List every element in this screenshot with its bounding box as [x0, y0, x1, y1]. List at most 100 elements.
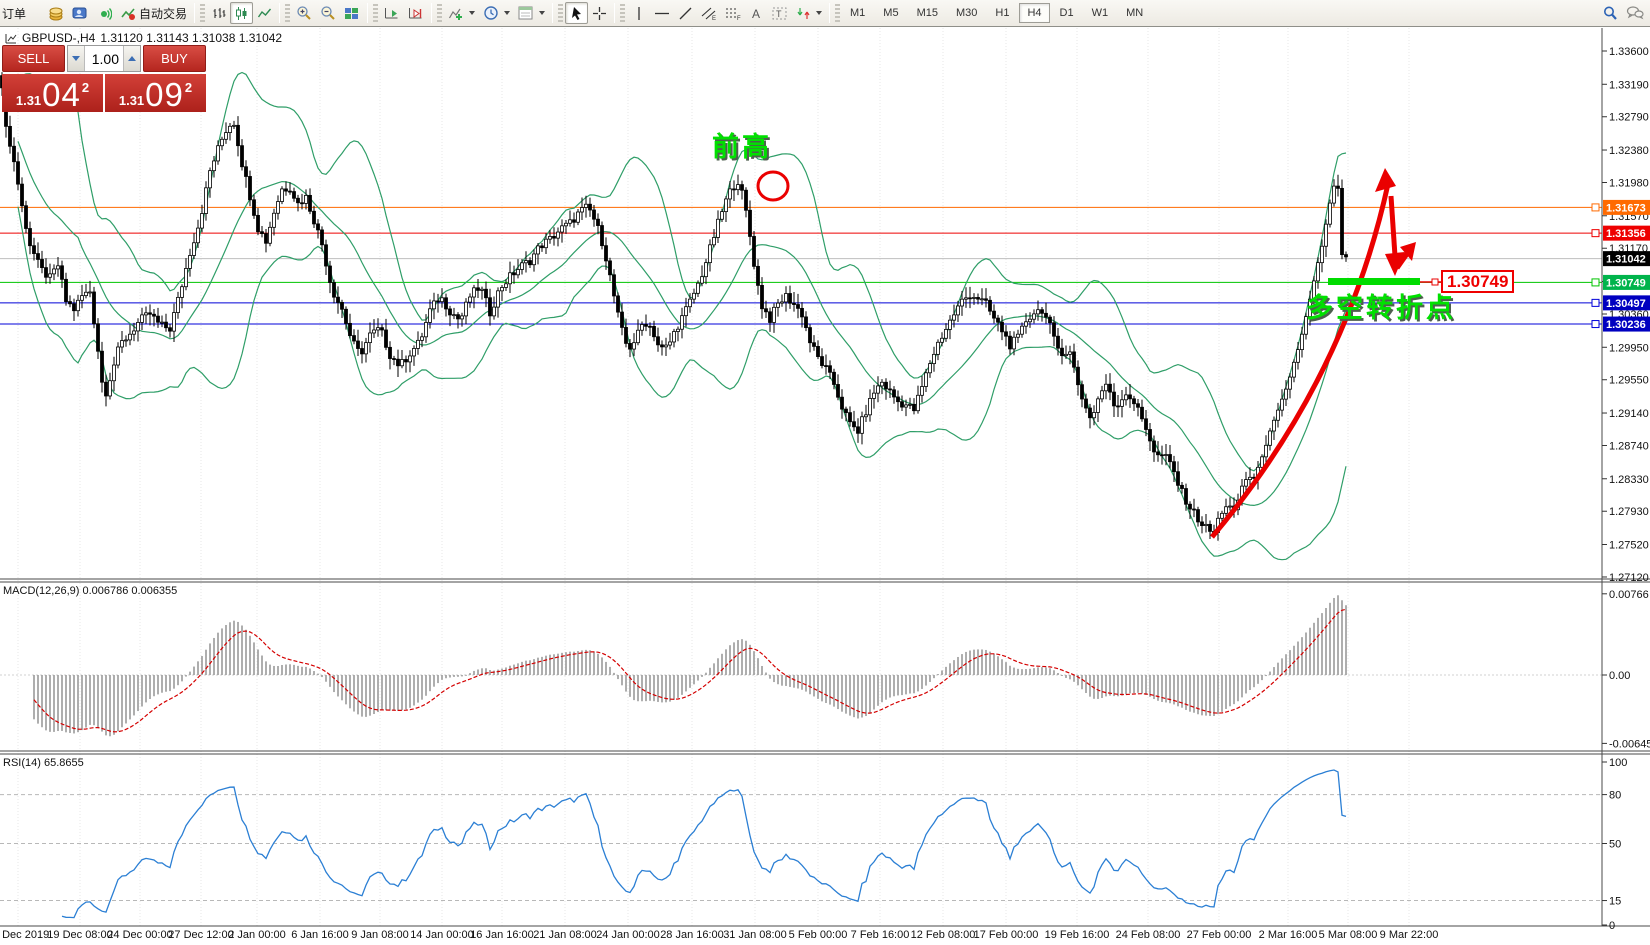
tab-timeframe-m5[interactable]: M5	[875, 3, 906, 23]
triangle-down-icon	[72, 56, 80, 61]
buy-price-prefix: 1.31	[119, 94, 144, 107]
volume-box	[67, 45, 141, 72]
svg-text:A: A	[752, 7, 760, 21]
buy-price[interactable]: 1.31 09 2	[105, 74, 206, 112]
tab-timeframe-m30[interactable]: M30	[948, 3, 985, 23]
svg-text:1.31673: 1.31673	[1606, 202, 1646, 214]
periods-button[interactable]	[479, 2, 514, 24]
charts-button[interactable]	[44, 2, 68, 24]
volume-input[interactable]	[85, 46, 123, 71]
svg-text:1.28330: 1.28330	[1609, 474, 1649, 486]
svg-text:16 Jan 16:00: 16 Jan 16:00	[470, 929, 534, 941]
svg-text:31 Jan 08:00: 31 Jan 08:00	[723, 929, 787, 941]
fibonacci-button[interactable]: F	[721, 2, 745, 24]
auto-scroll-button[interactable]	[380, 2, 404, 24]
search-icon	[1602, 5, 1618, 21]
svg-text:-0.006452: -0.006452	[1609, 738, 1650, 750]
tab-timeframe-h4[interactable]: H4	[1019, 3, 1049, 23]
signals-icon	[96, 6, 112, 21]
timeframe-bar: M1M5M15M30H1H4D1W1MN	[842, 3, 1151, 23]
svg-text:E: E	[712, 16, 716, 21]
indicators-dropdown-arrow	[469, 11, 475, 15]
svg-text:9 Mar 22:00: 9 Mar 22:00	[1380, 929, 1439, 941]
metaeditor-button[interactable]	[68, 2, 92, 24]
equidistant-channel-button[interactable]: E	[697, 2, 721, 24]
indicators-add-icon	[448, 6, 464, 21]
chart-canvas[interactable]: 1.336001.331901.327901.323801.319801.315…	[0, 0, 1650, 945]
autotrading-button[interactable]: 自动交易	[116, 2, 191, 24]
fibonacci-icon: F	[725, 6, 741, 21]
tab-timeframe-d1[interactable]: D1	[1052, 3, 1082, 23]
text-label-button[interactable]: T	[768, 2, 792, 24]
templates-button[interactable]	[514, 2, 549, 24]
tab-timeframe-m1[interactable]: M1	[842, 3, 873, 23]
svg-text:7 Feb 16:00: 7 Feb 16:00	[851, 929, 910, 941]
sell-price[interactable]: 1.31 04 2	[2, 74, 103, 112]
bar-chart-button[interactable]	[207, 2, 230, 24]
tile-windows-icon	[344, 6, 360, 21]
text-label-icon: T	[772, 6, 788, 21]
tab-timeframe-h1[interactable]: H1	[987, 3, 1017, 23]
svg-text:0.00766: 0.00766	[1609, 589, 1649, 601]
chat-button[interactable]	[1622, 2, 1648, 24]
vertical-line-button[interactable]	[627, 2, 650, 24]
chart-shift-icon	[408, 6, 424, 21]
svg-text:14 Jan 00:00: 14 Jan 00:00	[410, 929, 474, 941]
trendline-button[interactable]	[674, 2, 697, 24]
crosshair-button[interactable]	[588, 2, 611, 24]
svg-text:2 Mar 16:00: 2 Mar 16:00	[1259, 929, 1318, 941]
horizontal-line-icon	[654, 6, 670, 21]
search-button[interactable]	[1598, 2, 1622, 24]
volume-increase-button[interactable]	[123, 46, 140, 71]
buy-button[interactable]: BUY	[143, 45, 206, 72]
rsi-pane-label: RSI(14) 65.8655	[3, 757, 84, 769]
tab-timeframe-mn[interactable]: MN	[1118, 3, 1151, 23]
signals-button[interactable]	[92, 2, 116, 24]
text-button[interactable]: A	[745, 2, 768, 24]
svg-text:0.00: 0.00	[1609, 670, 1630, 682]
cursor-button[interactable]	[565, 2, 588, 24]
arrows-dropdown-arrow	[816, 11, 822, 15]
tile-windows-button[interactable]	[340, 2, 364, 24]
buy-price-sup: 2	[185, 81, 192, 94]
line-chart-button[interactable]	[253, 2, 276, 24]
candlestick-chart-button[interactable]	[230, 2, 253, 24]
arrows-button[interactable]	[792, 2, 826, 24]
svg-text:17 Feb 00:00: 17 Feb 00:00	[974, 929, 1039, 941]
svg-text:1.33190: 1.33190	[1609, 79, 1649, 91]
svg-text:15: 15	[1609, 896, 1621, 908]
svg-text:1.29950: 1.29950	[1609, 342, 1649, 354]
svg-text:12 Feb 08:00: 12 Feb 08:00	[911, 929, 976, 941]
triangle-up-icon	[128, 56, 136, 61]
new-order-label: 新订单	[2, 5, 26, 22]
toolbar: 新订单 自动交易	[0, 0, 1650, 27]
svg-text:1.29140: 1.29140	[1609, 408, 1649, 420]
svg-text:1.27120: 1.27120	[1609, 572, 1649, 584]
one-click-trade-panel: SELL BUY 1.31 04 2 1.31 09 2	[2, 45, 206, 112]
horizontal-line-button[interactable]	[650, 2, 674, 24]
sell-button[interactable]: SELL	[2, 45, 65, 72]
chart-window-icon	[5, 33, 17, 44]
autotrading-label: 自动交易	[139, 5, 187, 22]
text-a-icon: A	[750, 6, 764, 21]
svg-text:50: 50	[1609, 839, 1621, 851]
new-order-button[interactable]: 新订单	[2, 5, 44, 22]
auto-scroll-icon	[384, 6, 400, 21]
tab-timeframe-m15[interactable]: M15	[909, 3, 946, 23]
volume-decrease-button[interactable]	[68, 46, 85, 71]
svg-text:24 Dec 00:00: 24 Dec 00:00	[107, 929, 172, 941]
indicators-button[interactable]	[444, 2, 479, 24]
zoom-in-button[interactable]	[292, 2, 316, 24]
tab-timeframe-w1[interactable]: W1	[1084, 3, 1117, 23]
svg-text:1.30749: 1.30749	[1606, 277, 1646, 289]
svg-text:100: 100	[1609, 757, 1627, 769]
vertical-line-icon	[633, 6, 645, 21]
chart-title: GBPUSD-,H4 1.31120 1.31143 1.31038 1.310…	[5, 31, 282, 45]
chart-shift-button[interactable]	[404, 2, 428, 24]
svg-text:28 Jan 16:00: 28 Jan 16:00	[660, 929, 724, 941]
autotrading-icon	[120, 6, 136, 21]
trendline-icon	[678, 6, 693, 21]
zoom-out-button[interactable]	[316, 2, 340, 24]
svg-text:5 Feb 00:00: 5 Feb 00:00	[789, 929, 848, 941]
templates-icon	[518, 6, 534, 21]
